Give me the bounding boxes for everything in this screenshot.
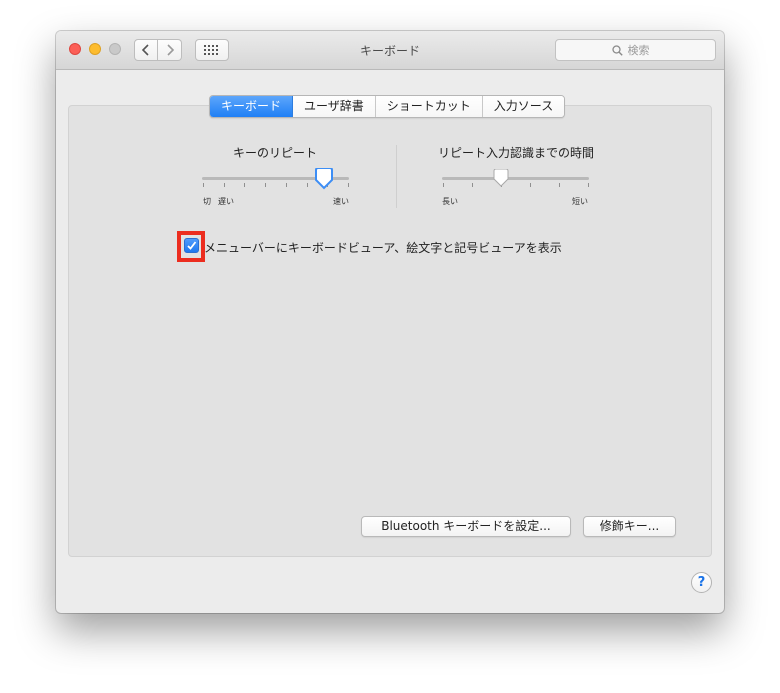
repeat-delay-slider[interactable] (442, 168, 589, 194)
key-repeat-thumb[interactable] (314, 168, 334, 190)
tab-user-dictionary[interactable]: ユーザ辞書 (293, 96, 376, 117)
show-viewer-label[interactable]: メニューバーにキーボードビューア、絵文字と記号ビューアを表示 (204, 239, 562, 256)
tab-keyboard[interactable]: キーボード (210, 96, 294, 117)
title-bar: キーボード (56, 31, 724, 70)
repeat-delay-title: リピート入力認識までの時間 (438, 146, 595, 160)
tab-bar: キーボード ユーザ辞書 ショートカット 入力ソース (209, 95, 566, 118)
repeat-delay-track (442, 177, 589, 180)
forward-button[interactable] (158, 39, 182, 61)
key-repeat-slider[interactable] (202, 168, 349, 194)
key-repeat-tick (223, 183, 225, 187)
key-repeat-tick (203, 183, 204, 187)
close-window-button[interactable] (69, 43, 81, 55)
minimize-window-button[interactable] (89, 43, 101, 55)
search-input[interactable] (627, 43, 660, 57)
settings-panel (68, 105, 712, 557)
slider-divider (396, 145, 397, 208)
repeat-delay-short-label: 短い (572, 197, 588, 206)
back-button[interactable] (134, 39, 158, 61)
grid-icon (204, 45, 218, 55)
key-repeat-slow-label: 遅い (218, 197, 234, 206)
preferences-window: キーボード キーボード ユーザ辞書 ショートカット 入力ソース キーのリピート … (56, 31, 724, 613)
key-repeat-tick (306, 183, 308, 187)
repeat-delay-tick (472, 183, 473, 187)
key-repeat-tick (285, 183, 287, 187)
help-button[interactable]: ? (691, 572, 712, 593)
repeat-delay-tick (588, 183, 589, 187)
repeat-delay-long-label: 長い (442, 197, 458, 206)
chevron-right-icon (166, 44, 174, 56)
zoom-window-button[interactable] (109, 43, 121, 55)
key-repeat-off-label: 切 (203, 197, 211, 206)
search-field[interactable] (555, 39, 716, 61)
repeat-delay-tick (443, 183, 444, 187)
repeat-delay-tick (559, 183, 560, 187)
key-repeat-title: キーのリピート (233, 146, 318, 160)
modifier-keys-button[interactable]: 修飾キー... (583, 516, 676, 537)
key-repeat-tick (265, 183, 267, 187)
chevron-left-icon (141, 44, 149, 56)
setup-bluetooth-keyboard-button[interactable]: Bluetooth キーボードを設定... (361, 516, 571, 537)
tab-input-sources[interactable]: 入力ソース (482, 96, 565, 117)
repeat-delay-tick (530, 183, 531, 187)
repeat-delay-thumb[interactable] (492, 169, 510, 189)
show-all-button[interactable] (195, 39, 229, 61)
key-repeat-tick (244, 183, 246, 187)
search-icon (611, 44, 623, 56)
highlight-box (177, 231, 205, 262)
key-repeat-fast-label: 速い (333, 197, 349, 206)
tab-shortcuts[interactable]: ショートカット (375, 96, 483, 117)
key-repeat-tick (348, 183, 349, 187)
